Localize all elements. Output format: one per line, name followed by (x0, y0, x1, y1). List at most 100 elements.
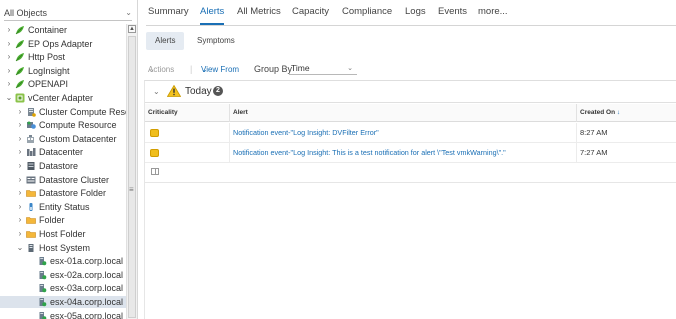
chevron-down-icon[interactable]: ⌄ (153, 87, 160, 96)
criticality-warning-icon (150, 129, 159, 137)
chevron-right-icon[interactable]: › (16, 147, 24, 156)
toolbar-separator: | (190, 64, 193, 74)
tab-logs[interactable]: Logs (405, 6, 426, 25)
tree-item-label: esx-04a.corp.local (50, 297, 124, 307)
tree-item-label: Datastore Folder (39, 188, 107, 199)
tab-compliance[interactable]: Compliance (342, 6, 392, 25)
entity-status-icon (26, 202, 36, 212)
host-icon (37, 283, 47, 293)
host-icon (37, 256, 47, 266)
folder-icon (26, 229, 36, 239)
chevron-down-icon[interactable]: ⌄ (16, 243, 24, 252)
chevron-right-icon[interactable]: › (16, 229, 24, 238)
alert-link[interactable]: Notification event-"Log Insight: This is… (233, 148, 506, 157)
tab-alerts[interactable]: Alerts (200, 6, 225, 25)
column-toggle-icon[interactable] (151, 168, 159, 175)
tree-item[interactable]: ⌄ Host System (0, 242, 126, 254)
tree-item[interactable]: › Compute Resource (0, 119, 126, 131)
tree-item[interactable]: esx-05a.corp.local (0, 310, 126, 319)
object-tree: › Container › EP Ops Adapter › Http Post › LogI… (0, 24, 126, 319)
alert-link[interactable]: Notification event-"Log Insight: DVFilte… (233, 128, 379, 137)
tree-scrollbar[interactable]: ▲ (126, 24, 137, 319)
column-divider[interactable] (229, 104, 230, 122)
tab-capacity[interactable]: Capacity (292, 6, 329, 25)
tree-item[interactable]: ⌄ vCenter Adapter (0, 92, 126, 104)
tree-item[interactable]: › LogInsight (0, 65, 126, 77)
tree-item[interactable]: › Folder (0, 214, 126, 226)
tree-item[interactable]: › Host Folder (0, 228, 126, 240)
created-on-cell: 7:27 AM (580, 148, 608, 157)
chevron-right-icon[interactable]: › (5, 79, 13, 88)
tree-item[interactable]: esx-04a.corp.local (0, 296, 126, 308)
tree-item[interactable]: › Datastore Cluster (0, 174, 126, 186)
group-header-today[interactable]: ⌄ Today 2 (145, 81, 676, 103)
panel-splitter-icon[interactable]: ≡ (129, 185, 134, 194)
tree-item[interactable]: esx-02a.corp.local (0, 269, 126, 281)
chevron-right-icon[interactable]: › (5, 39, 13, 48)
column-divider[interactable] (576, 104, 577, 122)
tree-item-label: Cluster Compute Resou (39, 106, 126, 117)
tab-events[interactable]: Events (438, 6, 467, 25)
subtab-alerts[interactable]: Alerts (146, 32, 185, 50)
tree-item[interactable]: › Datastore Folder (0, 187, 126, 199)
tree-item[interactable]: › Cluster Compute Resou (0, 106, 126, 118)
object-type-selector-label: All Objects (4, 8, 48, 18)
tree-item[interactable]: › Datastore (0, 160, 126, 172)
table-row[interactable]: Notification event-"Log Insight: DVFilte… (145, 123, 676, 143)
chevron-right-icon[interactable]: › (16, 134, 24, 143)
chevron-right-icon[interactable]: › (5, 52, 13, 61)
tree-item-label: EP Ops Adapter (28, 38, 93, 49)
chevron-right-icon[interactable]: › (16, 107, 24, 116)
group-by-label: Group By (254, 64, 293, 74)
chevron-right-icon[interactable]: › (16, 161, 24, 170)
table-row[interactable]: Notification event-"Log Insight: This is… (145, 143, 676, 163)
subtab-symptoms[interactable]: Symptoms (188, 32, 244, 50)
group-title: Today (185, 86, 212, 97)
sort-descending-icon[interactable]: ↓ (617, 109, 620, 116)
chevron-right-icon[interactable]: › (5, 66, 13, 75)
compute-resource-icon (26, 120, 36, 130)
tree-item[interactable]: › Container (0, 24, 126, 36)
chevron-right-icon[interactable]: › (16, 175, 24, 184)
column-header-created-on[interactable]: Created On ↓ (580, 109, 620, 116)
chevron-down-icon: ⌄ (148, 65, 155, 74)
adapter-leaf-icon (15, 52, 25, 62)
tree-item-label: Datacenter (39, 147, 84, 158)
chevron-down-icon: ⌄ (347, 65, 353, 72)
tree-item[interactable]: › Http Post (0, 51, 126, 63)
warning-icon (167, 85, 181, 97)
tree-item[interactable]: › Datacenter (0, 146, 126, 158)
chevron-down-icon: ⌄ (125, 8, 132, 17)
chevron-right-icon[interactable]: › (5, 25, 13, 34)
tab-summary[interactable]: Summary (148, 6, 189, 25)
chevron-right-icon[interactable]: › (16, 188, 24, 197)
criticality-warning-icon (150, 149, 159, 157)
host-icon (37, 297, 47, 307)
cell-divider (576, 123, 577, 143)
group-count-badge: 2 (213, 86, 223, 96)
tab-all-metrics[interactable]: All Metrics (237, 6, 281, 25)
chevron-right-icon[interactable]: › (16, 215, 24, 224)
column-header-criticality[interactable]: Criticality (148, 109, 178, 116)
tree-item[interactable]: esx-01a.corp.local (0, 255, 126, 267)
tree-item[interactable]: › Entity Status (0, 201, 126, 213)
chevron-down-icon[interactable]: ⌄ (5, 93, 13, 102)
scroll-up-icon[interactable]: ▲ (128, 25, 136, 33)
tree-item[interactable]: › EP Ops Adapter (0, 38, 126, 50)
group-by-select[interactable]: Time ⌄ (289, 61, 357, 75)
tree-item-label: Compute Resource (39, 120, 117, 131)
object-type-selector[interactable]: All Objects ⌄ (4, 5, 132, 21)
tab-more[interactable]: more... (478, 6, 508, 25)
chevron-right-icon[interactable]: › (16, 120, 24, 129)
tree-item[interactable]: › Custom Datacenter (0, 133, 126, 145)
tree-item[interactable]: › OPENAPI (0, 78, 126, 90)
column-header-alert[interactable]: Alert (233, 109, 248, 116)
tree-item[interactable]: esx-03a.corp.local (0, 282, 126, 294)
tree-item-label: esx-01a.corp.local (50, 256, 124, 267)
main-tabs: Summary Alerts All Metrics Capacity Complian… (146, 0, 676, 26)
chevron-right-icon[interactable]: › (16, 202, 24, 211)
tree-item-label: esx-02a.corp.local (50, 269, 124, 280)
tree-item-label: Host Folder (39, 229, 86, 239)
cell-divider (229, 143, 230, 163)
scrollbar-thumb[interactable] (128, 36, 136, 318)
